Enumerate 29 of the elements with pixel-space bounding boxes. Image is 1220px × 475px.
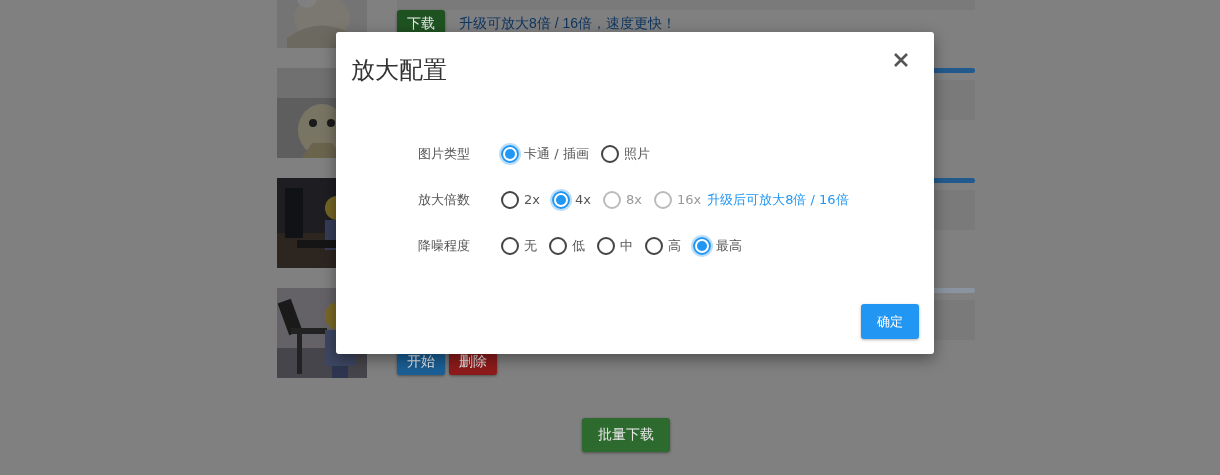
dialog-title: 放大配置 xyxy=(351,55,447,86)
option-label: 16x xyxy=(676,192,702,207)
option-label: 2x xyxy=(524,192,540,207)
close-icon[interactable] xyxy=(893,52,909,68)
option-label: 无 xyxy=(524,236,537,255)
radio-button[interactable] xyxy=(501,190,519,209)
option-label: 最高 xyxy=(716,236,742,255)
option-label: 照片 xyxy=(623,144,650,163)
confirm-button[interactable]: 确定 xyxy=(861,304,919,339)
radio-button[interactable] xyxy=(600,144,619,163)
option-label: 8x xyxy=(625,192,642,207)
upgrade-note: 升级后可放大8倍 / 16倍 xyxy=(707,190,849,209)
option-label: 4x xyxy=(574,192,591,207)
field-label: 图片类型 xyxy=(418,144,471,163)
field-label: 降噪程度 xyxy=(418,236,471,255)
option-label: 高 xyxy=(668,236,681,255)
option-label: 低 xyxy=(572,236,585,255)
radio-button[interactable] xyxy=(597,236,615,255)
option-label: 卡通 / 插画 xyxy=(524,144,589,163)
option-label: 中 xyxy=(620,236,633,255)
radio-button[interactable] xyxy=(645,236,663,255)
radio-button[interactable] xyxy=(549,236,567,255)
upgrade-link[interactable]: 升级可放大8倍 / 16倍，速度更快！ xyxy=(459,14,677,33)
field-label: 放大倍数 xyxy=(418,190,471,209)
radio-button[interactable] xyxy=(551,190,570,209)
radio-button[interactable] xyxy=(501,236,519,255)
radio-button[interactable] xyxy=(693,236,711,255)
batch-download-button[interactable]: 批量下载 xyxy=(582,418,670,452)
radio-button[interactable] xyxy=(501,144,519,163)
